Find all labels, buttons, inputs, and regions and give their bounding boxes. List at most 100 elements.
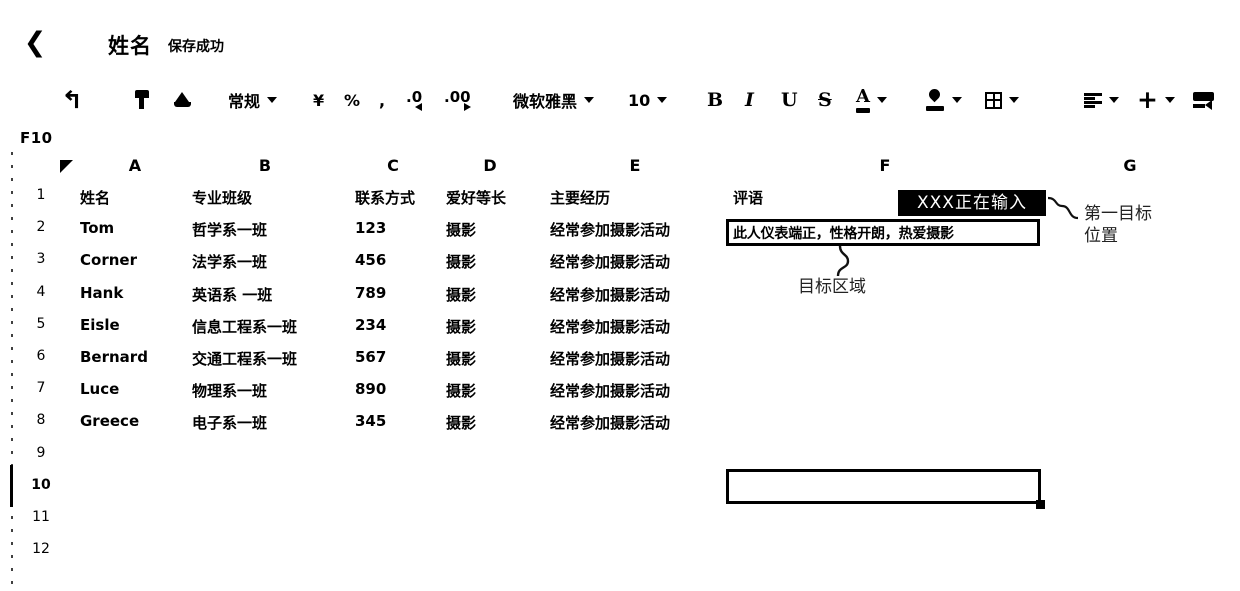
font-size-dropdown[interactable]: 10	[628, 76, 668, 124]
cell-d1[interactable]: 爱好等长	[446, 187, 506, 208]
row-header-6[interactable]: 6	[28, 348, 54, 364]
row-header-7[interactable]: 7	[28, 380, 54, 396]
row-header-10[interactable]: 10	[28, 477, 54, 493]
column-header-b[interactable]: B	[259, 156, 271, 175]
fill-color-button[interactable]	[925, 76, 962, 124]
annotation-target-area: 目标区域	[798, 277, 866, 297]
cell-c5[interactable]: 234	[355, 316, 386, 334]
row-header-8[interactable]: 8	[28, 412, 54, 428]
row-header-9[interactable]: 9	[28, 445, 54, 461]
borders-icon	[985, 91, 1002, 109]
align-button[interactable]	[1084, 76, 1119, 124]
borders-button[interactable]	[985, 76, 1019, 124]
cell-b8[interactable]: 电子系一班	[192, 412, 267, 433]
cell-e3[interactable]: 经常参加摄影活动	[550, 251, 670, 272]
selected-cell-f10[interactable]	[726, 469, 1041, 504]
bold-button[interactable]: B	[707, 76, 723, 124]
row-header-12[interactable]: 12	[28, 541, 54, 557]
italic-button[interactable]: I	[745, 76, 754, 124]
cell-a7[interactable]: Luce	[80, 380, 119, 398]
name-box[interactable]: F10	[20, 129, 53, 147]
cell-b6[interactable]: 交通工程系一班	[192, 348, 297, 369]
row-header-2[interactable]: 2	[28, 219, 54, 235]
row-header-3[interactable]: 3	[28, 251, 54, 267]
cell-a5[interactable]: Eisle	[80, 316, 120, 334]
undo-button[interactable]: ↰	[61, 76, 83, 124]
column-header-g[interactable]: G	[1123, 156, 1136, 175]
cell-b1[interactable]: 专业班级	[192, 187, 252, 208]
column-header-c[interactable]: C	[387, 156, 399, 175]
font-family-dropdown[interactable]: 微软雅黑	[513, 76, 595, 124]
chevron-down-icon	[1164, 97, 1175, 103]
cell-e8[interactable]: 经常参加摄影活动	[550, 412, 670, 433]
currency-button[interactable]: ¥	[313, 76, 324, 124]
cell-b7[interactable]: 物理系一班	[192, 380, 267, 401]
cell-d4[interactable]: 摄影	[446, 284, 476, 305]
column-header-e[interactable]: E	[630, 156, 641, 175]
underline-button[interactable]: U	[781, 76, 798, 124]
percent-icon: %	[344, 90, 361, 110]
underline-icon: U	[781, 88, 798, 111]
number-format-dropdown[interactable]: 常规	[228, 76, 278, 124]
strikethrough-button[interactable]: S	[818, 76, 832, 124]
increase-decimal-button[interactable]: .00	[444, 76, 471, 124]
cell-c7[interactable]: 890	[355, 380, 386, 398]
cell-e2[interactable]: 经常参加摄影活动	[550, 219, 670, 240]
cell-a8[interactable]: Greece	[80, 412, 139, 430]
wrap-text-icon	[1193, 92, 1214, 110]
row-header-1[interactable]: 1	[28, 187, 54, 203]
font-color-button[interactable]: A	[856, 76, 887, 124]
cell-d8[interactable]: 摄影	[446, 412, 476, 433]
eraser-icon	[173, 91, 192, 109]
row-header-5[interactable]: 5	[28, 316, 54, 332]
back-chevron-left-icon[interactable]: ❮	[22, 28, 48, 58]
cell-c6[interactable]: 567	[355, 348, 386, 366]
cell-c1[interactable]: 联系方式	[355, 187, 415, 208]
column-header-f[interactable]: F	[880, 156, 891, 175]
wrap-text-button[interactable]	[1193, 76, 1214, 124]
cell-c2[interactable]: 123	[355, 219, 386, 237]
clear-format-button[interactable]	[173, 76, 192, 124]
cell-a2[interactable]: Tom	[80, 219, 114, 237]
percent-button[interactable]: %	[344, 76, 360, 124]
row-header-11[interactable]: 11	[28, 509, 54, 525]
cell-d6[interactable]: 摄影	[446, 348, 476, 369]
cell-e5[interactable]: 经常参加摄影活动	[550, 316, 670, 337]
cell-f1[interactable]: 评语	[733, 187, 763, 208]
fill-handle[interactable]	[1036, 500, 1045, 509]
bold-icon: B	[707, 88, 724, 111]
cell-c4[interactable]: 789	[355, 284, 386, 302]
insert-button[interactable]: +	[1137, 76, 1175, 124]
cell-e1[interactable]: 主要经历	[550, 187, 610, 208]
select-all-corner[interactable]	[60, 160, 73, 173]
comma-style-button[interactable]: ,	[379, 76, 385, 124]
document-title: 姓名	[108, 34, 152, 58]
decrease-decimal-button[interactable]: .0	[406, 76, 423, 124]
cell-e4[interactable]: 经常参加摄影活动	[550, 284, 670, 305]
left-margin-marker	[10, 465, 13, 507]
cell-b5[interactable]: 信息工程系一班	[192, 316, 297, 337]
row-header-4[interactable]: 4	[28, 284, 54, 300]
cell-c3[interactable]: 456	[355, 251, 386, 269]
number-format-label: 常规	[228, 92, 261, 111]
column-header-a[interactable]: A	[129, 156, 141, 175]
cell-e6[interactable]: 经常参加摄影活动	[550, 348, 670, 369]
target-cell-f2[interactable]: 此人仪表端正，性格开朗，热爱摄影	[726, 219, 1040, 246]
cell-d3[interactable]: 摄影	[446, 251, 476, 272]
cell-b4[interactable]: 英语系 一班	[192, 284, 272, 305]
cell-d2[interactable]: 摄影	[446, 219, 476, 240]
cell-b3[interactable]: 法学系一班	[192, 251, 267, 272]
typing-indicator-badge: XXX正在输入	[898, 190, 1046, 216]
cell-a3[interactable]: Corner	[80, 251, 137, 269]
format-painter-icon	[133, 90, 151, 110]
cell-c8[interactable]: 345	[355, 412, 386, 430]
cell-a6[interactable]: Bernard	[80, 348, 148, 366]
cell-a1[interactable]: 姓名	[80, 187, 110, 208]
format-painter-button[interactable]	[133, 76, 151, 124]
cell-d5[interactable]: 摄影	[446, 316, 476, 337]
cell-b2[interactable]: 哲学系一班	[192, 219, 267, 240]
column-header-d[interactable]: D	[483, 156, 496, 175]
cell-e7[interactable]: 经常参加摄影活动	[550, 380, 670, 401]
cell-a4[interactable]: Hank	[80, 284, 123, 302]
cell-d7[interactable]: 摄影	[446, 380, 476, 401]
